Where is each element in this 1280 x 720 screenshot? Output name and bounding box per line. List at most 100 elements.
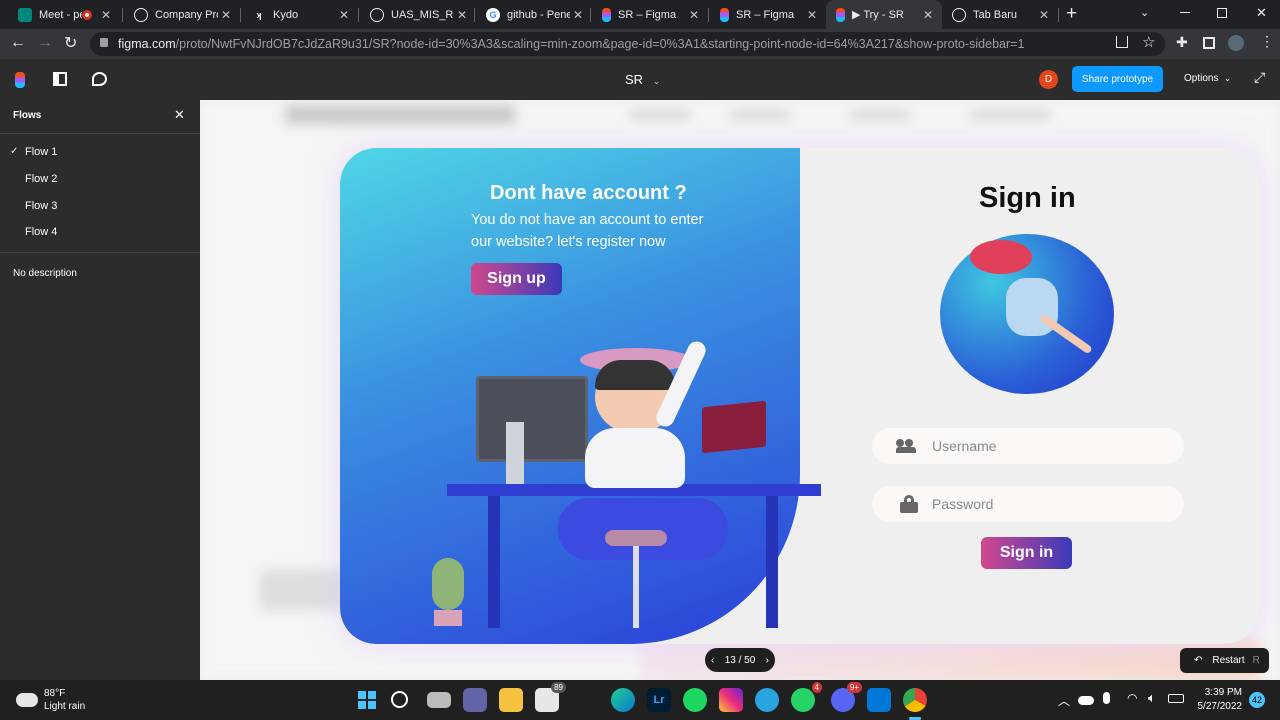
tab-8[interactable]: Tab Baru ✕ [942,0,1058,29]
google-meet-icon [18,7,32,22]
extensions-icon[interactable]: ✚ [1176,34,1188,51]
flow-item-3[interactable]: Flow 3 [0,192,200,219]
notification-count-badge[interactable]: 42 [1249,692,1265,708]
tab-6[interactable]: SR – Figma ✕ [710,0,826,29]
close-icon[interactable]: ✕ [804,8,820,22]
next-frame-icon[interactable]: › [766,655,769,666]
reload-icon[interactable]: ↻ [64,33,77,53]
sign-in-button[interactable]: Sign in [981,537,1072,569]
register-text-line-2: our website? let's register now [471,234,666,250]
close-icon[interactable]: ✕ [336,8,352,22]
chevron-down-icon: ⌄ [1224,74,1231,83]
tab-4[interactable]: G github - Peneli ✕ [476,0,592,29]
register-panel: Dont have account ? You do not have an a… [340,148,821,644]
figma-logo-icon[interactable] [15,72,25,88]
windows-start-icon[interactable] [355,688,379,712]
tray-chevron-up-icon[interactable]: ︿ [1058,692,1070,709]
flow-item-4[interactable]: Flow 4 [0,218,200,245]
discord-icon[interactable]: 9+ [831,682,862,712]
telegram-icon[interactable] [755,688,779,712]
microsoft-store-icon[interactable]: 89 [535,682,566,712]
sign-up-button[interactable]: Sign up [471,263,562,295]
weather-temp: 88°F [44,688,66,699]
sidebar-toggle-icon[interactable] [53,72,67,86]
tab-7-active[interactable]: ▶ Try - SR ✕ [826,0,942,29]
file-name-menu[interactable]: SR ⌄ [625,72,660,87]
tab-3[interactable]: UAS_MIS_Reta ✕ [360,0,476,29]
options-menu[interactable]: Options ⌄ [1184,73,1231,84]
maximize-icon[interactable] [1217,8,1227,18]
vscode-icon[interactable] [867,688,891,712]
tab-2[interactable]: ʞ Kydo ✕ [242,0,358,29]
address-bar[interactable]: figma.com/proto/NwtFvNJrdOB7cJdZaR9u31/S… [90,32,1165,56]
lightroom-icon[interactable]: Lr [647,688,671,712]
tab-label: ▶ Try - SR [852,9,904,21]
previous-frame-icon[interactable]: ‹ [711,655,714,666]
forward-arrow-icon[interactable]: → [37,34,53,52]
tab-separator [240,8,241,22]
microphone-icon[interactable] [1103,692,1110,704]
tab-search-chevron-icon[interactable]: ⌄ [1140,6,1149,19]
menu-kebab-icon[interactable]: ⋮ [1260,33,1274,50]
frame-pager: ‹ 13 / 50 › [705,648,775,672]
tab-separator [590,8,591,22]
close-icon[interactable]: ✕ [686,8,702,22]
sidepanel-icon[interactable] [1203,37,1215,49]
edge-icon[interactable] [611,688,635,712]
tab-5[interactable]: SR – Figma ✕ [592,0,708,29]
spotify-icon[interactable] [683,688,707,712]
flows-sidebar: Flows ✕ ✓ Flow 1 Flow 2 Flow 3 Flow 4 No… [0,100,200,680]
flow-item-2[interactable]: Flow 2 [0,165,200,192]
window-close-icon[interactable]: ✕ [1256,5,1267,21]
instagram-icon[interactable] [719,688,743,712]
weather-widget[interactable]: 88°F Light rain [16,687,85,713]
chevron-down-icon: ⌄ [652,76,661,86]
plant-leaves [432,558,464,610]
back-arrow-icon[interactable]: ← [10,34,26,52]
flow-item-1[interactable]: ✓ Flow 1 [0,138,200,165]
onedrive-icon[interactable] [1078,696,1094,705]
minimize-icon[interactable] [1180,12,1190,13]
kydo-icon: ʞ [256,9,262,20]
file-name: SR [625,72,644,87]
whatsapp-icon[interactable]: 4 [791,682,822,712]
share-prototype-button[interactable]: Share prototype [1072,66,1163,92]
wifi-icon[interactable]: ◠ [1127,691,1137,705]
monitor-stand [506,422,524,484]
browser-tab-strip: Meet - pe ✕ Company Prof ✕ ʞ Kydo ✕ UAS_… [0,0,1280,29]
tab-separator [1058,8,1059,22]
figma-icon [836,7,845,22]
close-icon[interactable]: ✕ [98,8,114,22]
close-icon[interactable]: ✕ [920,8,936,22]
volume-icon[interactable]: 🔈︎ [1148,690,1156,706]
new-tab-icon[interactable]: + [1066,3,1077,25]
battery-icon[interactable] [1168,694,1184,703]
close-icon[interactable]: ✕ [218,8,234,22]
clock[interactable]: 3:39 PM 5/27/2022 [1194,686,1243,714]
figma-icon [602,7,611,22]
sign-in-title: Sign in [979,182,1076,214]
task-view-icon[interactable] [427,692,451,708]
profile-avatar[interactable] [1228,35,1244,51]
tab-0[interactable]: Meet - pe ✕ [8,0,120,29]
teams-chat-icon[interactable] [463,688,487,712]
frame-counter: 13 / 50 [724,654,756,666]
password-field[interactable]: Password [872,486,1184,522]
divider [0,252,200,253]
username-field[interactable]: Username [872,428,1184,464]
bookmark-star-icon[interactable]: ☆ [1142,33,1155,51]
close-icon[interactable]: ✕ [454,8,470,22]
close-icon[interactable]: ✕ [1036,8,1052,22]
close-icon[interactable]: ✕ [570,8,586,22]
tab-1[interactable]: Company Prof ✕ [124,0,240,29]
restart-shortcut: R [1252,655,1260,666]
fullscreen-icon[interactable]: ⤢ [1254,69,1265,86]
search-icon[interactable] [391,691,408,708]
restart-button[interactable]: ↶ Restart R [1180,648,1269,673]
chrome-icon[interactable] [903,688,927,712]
close-sidebar-icon[interactable]: ✕ [174,107,185,123]
share-icon[interactable] [1116,36,1128,48]
user-avatar[interactable]: D [1039,70,1058,89]
file-explorer-icon[interactable] [499,688,523,712]
comment-icon[interactable] [92,72,107,86]
